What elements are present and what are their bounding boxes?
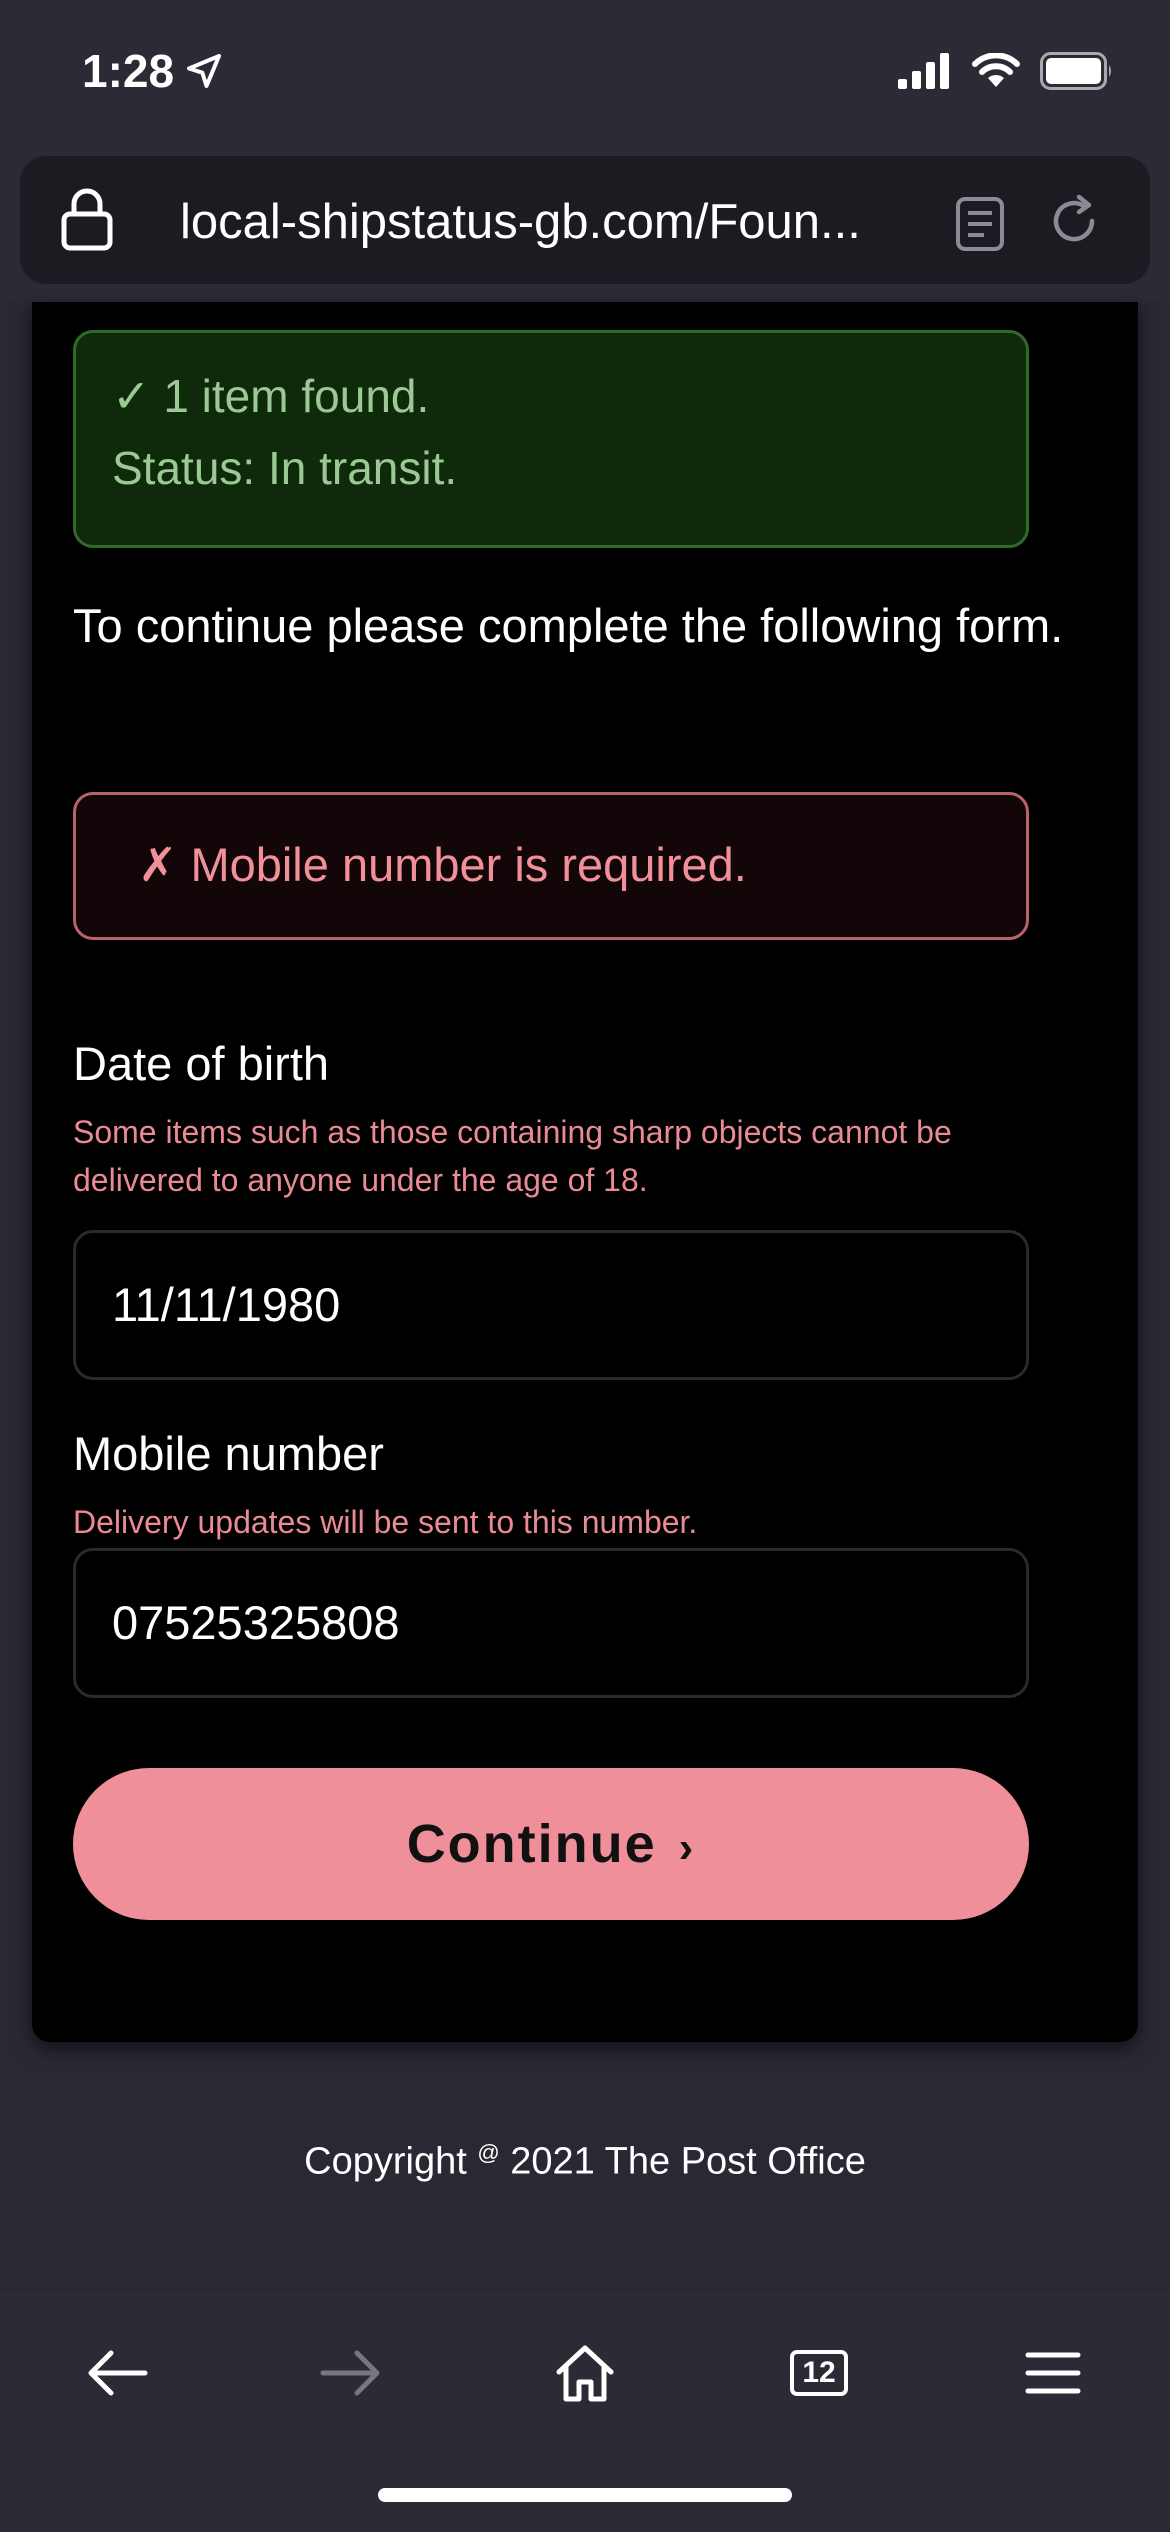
tabs-icon: 12 <box>790 2350 848 2396</box>
web-page: ✓ 1 item found. Status: In transit. To c… <box>0 302 1170 2292</box>
error-alert: ✗ Mobile number is required. <box>73 792 1029 940</box>
error-message: ✗ Mobile number is required. <box>138 838 747 891</box>
mobile-input-value[interactable]: 07525325808 <box>112 1595 400 1650</box>
wifi-icon <box>972 53 1020 87</box>
forward-button[interactable] <box>306 2328 396 2418</box>
address-bar[interactable]: local-shipstatus-gb.com/Foun... <box>20 156 1150 284</box>
lock-icon <box>61 188 113 251</box>
copyright-suffix: 2021 The Post Office <box>510 2140 866 2183</box>
copyright: Copyright @ 2021 The Post Office <box>0 2140 1170 2184</box>
form-instruction: To continue please complete the followin… <box>73 599 1064 652</box>
success-message: ✓ 1 item found. <box>112 370 430 422</box>
back-arrow-icon <box>88 2350 148 2396</box>
copyright-prefix: Copyright <box>304 2140 467 2183</box>
dob-input[interactable]: 11/11/1980 <box>73 1230 1029 1380</box>
menu-button[interactable] <box>1008 2328 1098 2418</box>
forward-arrow-icon <box>320 2350 380 2396</box>
reload-icon[interactable] <box>1045 192 1103 250</box>
copyright-symbol: @ <box>477 2140 500 2165</box>
dob-hint: Some items such as those containing shar… <box>73 1114 952 1198</box>
status-bar: 1:28 <box>0 0 1170 150</box>
tab-count: 12 <box>802 2356 836 2389</box>
dob-input-value[interactable]: 11/11/1980 <box>112 1277 340 1332</box>
url-text[interactable]: local-shipstatus-gb.com/Foun... <box>180 194 861 250</box>
cellular-signal-icon <box>898 53 949 89</box>
status-time-text: 1:28 <box>82 45 175 97</box>
location-arrow-icon <box>187 54 222 88</box>
continue-button[interactable]: Continue › <box>73 1768 1029 1920</box>
mobile-hint: Delivery updates will be sent to this nu… <box>73 1504 698 1540</box>
reader-mode-icon[interactable] <box>955 196 1005 252</box>
home-button[interactable] <box>540 2328 630 2418</box>
home-icon <box>556 2345 614 2402</box>
mobile-label: Mobile number <box>73 1427 384 1480</box>
back-button[interactable] <box>72 2328 162 2418</box>
menu-icon <box>1025 2352 1081 2394</box>
dob-label: Date of birth <box>73 1037 330 1090</box>
status-icons <box>898 52 1114 90</box>
success-alert: ✓ 1 item found. Status: In transit. <box>73 330 1029 548</box>
status-time: 1:28 <box>82 44 224 98</box>
home-indicator[interactable] <box>378 2488 792 2502</box>
tabs-button[interactable]: 12 <box>774 2328 864 2418</box>
continue-button-label: Continue <box>406 1814 657 1874</box>
mobile-input[interactable]: 07525325808 <box>73 1548 1029 1698</box>
status-message: Status: In transit. <box>112 442 458 494</box>
battery-icon <box>1040 52 1111 90</box>
chevron-right-icon: › <box>678 1823 696 1872</box>
